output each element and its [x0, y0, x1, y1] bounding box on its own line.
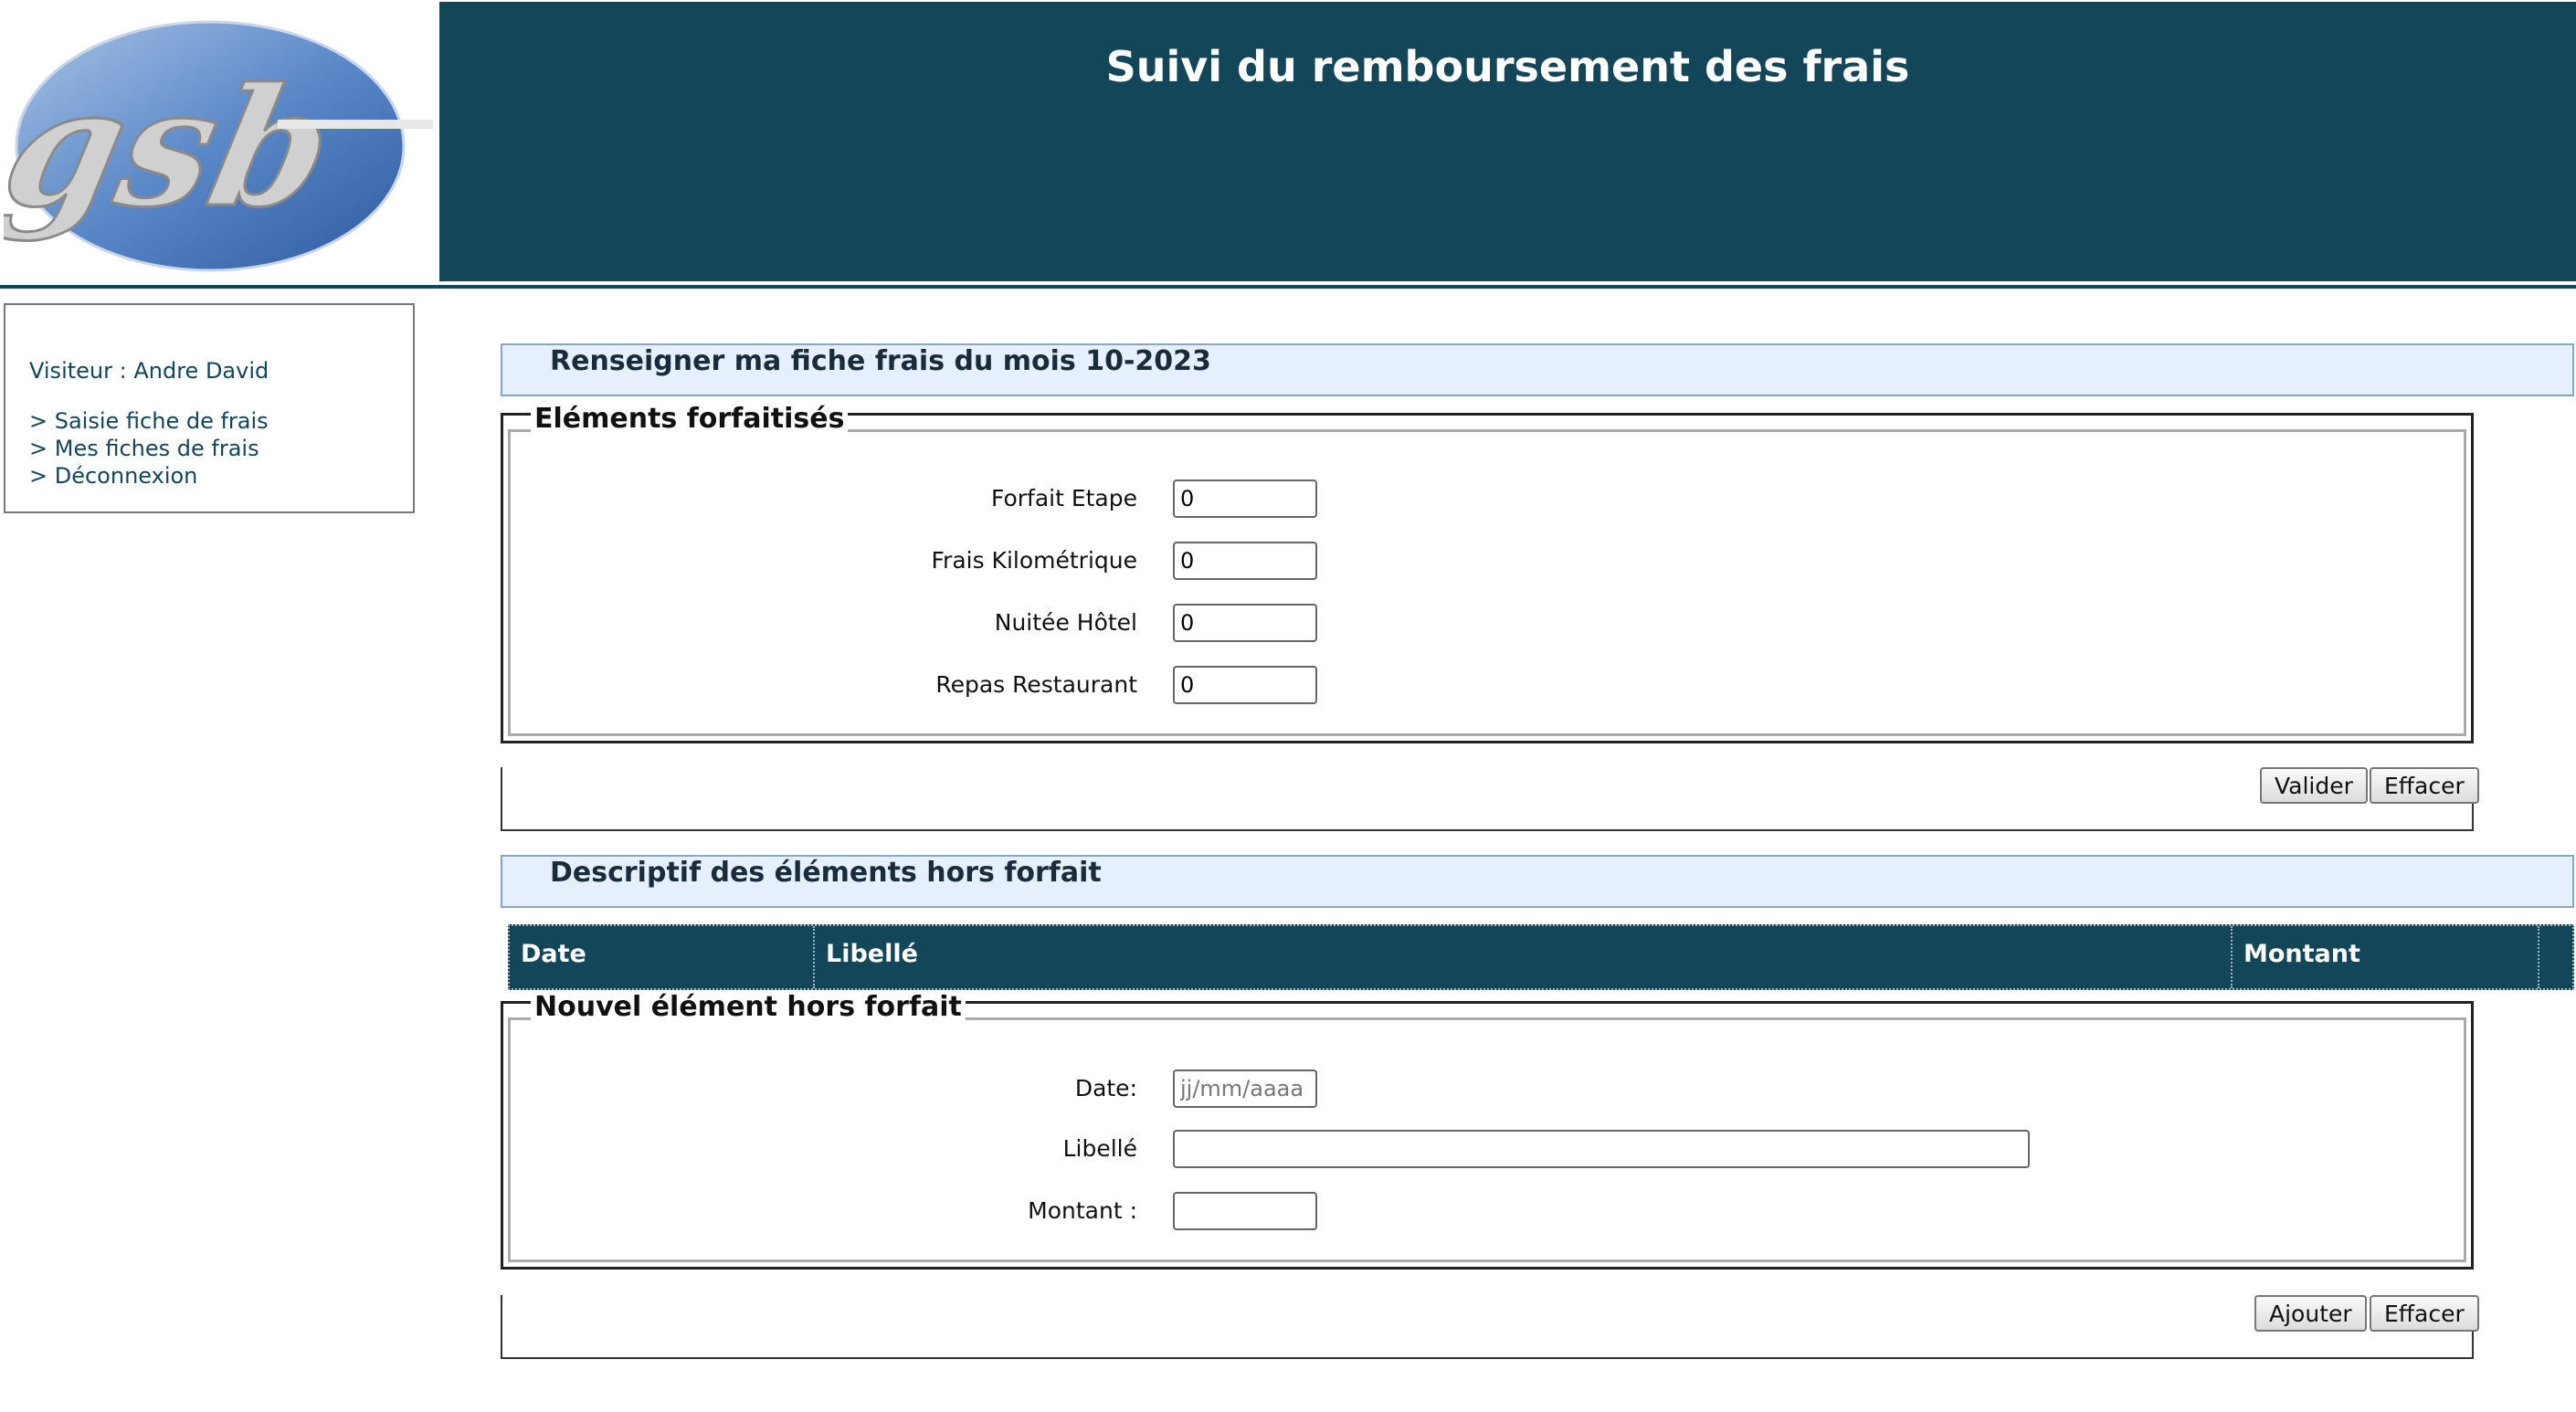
effacer-forfait-button[interactable]: Effacer [2370, 767, 2479, 804]
forfait-legend: Eléments forfaitisés [531, 403, 849, 435]
ajouter-button[interactable]: Ajouter [2254, 1295, 2367, 1332]
column-header-date: Date [510, 926, 815, 988]
label-date: Date: [1074, 1075, 1137, 1101]
hors-forfait-button-bar: Ajouter Effacer [501, 1295, 2479, 1359]
label-libelle: Libellé [1062, 1135, 1137, 1162]
input-repas-restaurant[interactable] [1173, 666, 1317, 704]
menu-saisie-fiche[interactable]: > Saisie fiche de frais [29, 408, 269, 434]
effacer-hors-forfait-button[interactable]: Effacer [2370, 1295, 2479, 1332]
visitor-label: Visiteur : [29, 358, 127, 384]
input-forfait-etape[interactable] [1173, 479, 1317, 518]
input-montant[interactable] [1173, 1192, 1317, 1230]
menu-mes-fiches[interactable]: > Mes fiches de frais [29, 436, 259, 461]
hors-forfait-legend: Nouvel élément hors forfait [531, 991, 966, 1023]
column-header-montant: Montant [2233, 926, 2539, 988]
column-header-libelle: Libellé [815, 926, 2233, 988]
sidebar: Visiteur : Andre David > Saisie fiche de… [4, 303, 415, 513]
label-forfait-etape: Forfait Etape [990, 485, 1137, 511]
hors-forfait-section-title: Descriptif des éléments hors forfait [501, 855, 2574, 908]
forfait-section-title: Renseigner ma fiche frais du mois 10-202… [501, 343, 2574, 396]
forfait-inner-frame [508, 429, 2466, 736]
visitor-info: Visiteur : Andre David [29, 358, 269, 384]
hors-forfait-title-text: Descriptif des éléments hors forfait [550, 857, 1102, 889]
forfait-button-bar: Valider Effacer [501, 767, 2479, 831]
valider-button[interactable]: Valider [2260, 767, 2368, 804]
forfait-title-text: Renseigner ma fiche frais du mois 10-202… [550, 345, 1211, 377]
menu-deconnexion[interactable]: > Déconnexion [29, 463, 197, 489]
input-date[interactable] [1173, 1070, 1317, 1108]
input-frais-kilometrique[interactable] [1173, 542, 1317, 580]
gsb-logo: gsb [0, 2, 438, 279]
page-title: Suivi du remboursement des frais [1105, 42, 1910, 91]
sidebar-menu: > Saisie fiche de frais > Mes fiches de … [29, 407, 269, 490]
hors-forfait-table-header: Date Libellé Montant [508, 924, 2574, 990]
visitor-name: Andre David [133, 358, 269, 384]
logo-text: gsb [4, 53, 348, 244]
label-nuitee-hotel: Nuitée Hôtel [994, 609, 1137, 636]
input-libelle[interactable] [1173, 1130, 2030, 1168]
forfait-fieldset: Eléments forfaitisés Forfait Etape Frais… [501, 403, 2474, 743]
input-nuitee-hotel[interactable] [1173, 604, 1317, 642]
title-band: Suivi du remboursement des frais [439, 2, 2576, 281]
label-montant: Montant : [1028, 1197, 1137, 1224]
hors-forfait-fieldset: Nouvel élément hors forfait Date: Libell… [501, 991, 2474, 1270]
label-repas-restaurant: Repas Restaurant [935, 671, 1137, 698]
label-frais-kilometrique: Frais Kilométrique [931, 547, 1137, 574]
header: gsb Suivi du remboursement des frais [0, 0, 2576, 289]
